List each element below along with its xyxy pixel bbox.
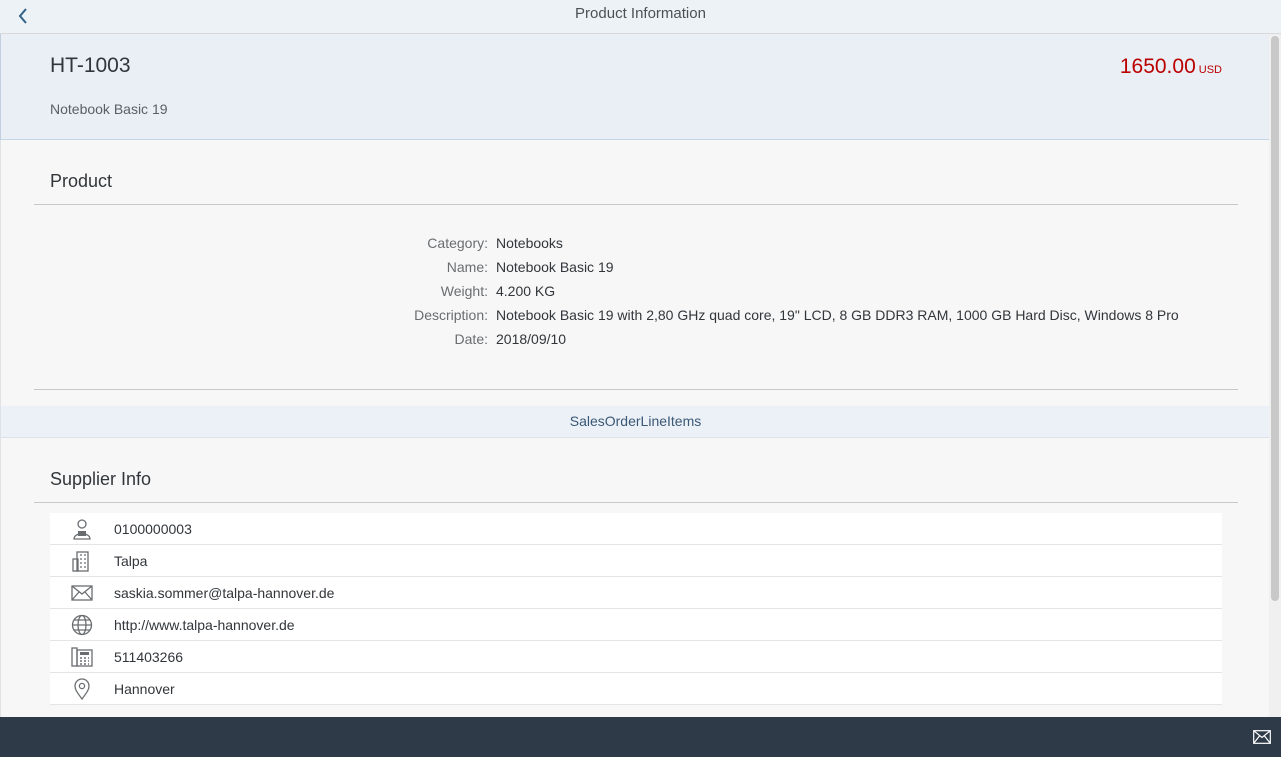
- list-item: Talpa: [50, 545, 1222, 577]
- field-label: Name:: [446, 259, 488, 275]
- app-header: Product Information: [0, 0, 1281, 34]
- email-button[interactable]: [1253, 730, 1271, 749]
- field-value: Notebook Basic 19: [496, 259, 614, 275]
- supplier-section-title: Supplier Info: [50, 469, 152, 489]
- email-icon: [50, 582, 114, 604]
- phone-icon: [50, 646, 114, 668]
- list-item: 511403266: [50, 641, 1222, 673]
- location-icon: [50, 677, 114, 700]
- supplier-list: 0100000003 Talpa saskia.sommer@talpa-han…: [50, 513, 1222, 705]
- price-value: 1650.00: [1119, 55, 1196, 78]
- sales-order-line-items-link[interactable]: SalesOrderLineItems: [1, 406, 1270, 438]
- scrollbar-thumb[interactable]: [1271, 36, 1279, 601]
- object-price: 1650.00 USD: [1120, 55, 1222, 79]
- object-title: HT-1003: [50, 54, 131, 77]
- field-value: Notebook Basic 19 with 2,80 GHz quad cor…: [496, 307, 1179, 323]
- list-item: Hannover: [50, 673, 1222, 705]
- email-icon: [1253, 730, 1271, 744]
- supplier-email[interactable]: saskia.sommer@talpa-hannover.de: [114, 585, 334, 601]
- form-row-description: Description: Notebook Basic 19 with 2,80…: [1, 303, 1270, 327]
- field-label: Date:: [454, 331, 488, 347]
- field-label: Description:: [414, 307, 488, 323]
- supplier-website[interactable]: http://www.talpa-hannover.de: [114, 617, 295, 633]
- list-item: 0100000003: [50, 513, 1222, 545]
- vertical-scrollbar[interactable]: [1269, 34, 1281, 717]
- supplier-city: Hannover: [114, 680, 175, 697]
- divider: [34, 502, 1238, 503]
- supplier-phone[interactable]: 511403266: [114, 649, 183, 665]
- form-row-weight: Weight: 4.200 KG: [1, 279, 1270, 303]
- globe-icon: [50, 614, 114, 636]
- product-section-title: Product: [50, 171, 113, 191]
- object-subtitle: Notebook Basic 19: [50, 101, 168, 117]
- footer-toolbar: [0, 717, 1281, 757]
- form-row-name: Name: Notebook Basic 19: [1, 255, 1270, 279]
- content-area: Product Category: Notebooks Name: Notebo…: [0, 140, 1270, 717]
- field-value: 2018/09/10: [496, 331, 567, 347]
- supplier-id: 0100000003: [114, 520, 192, 537]
- form-row-category: Category: Notebooks: [1, 231, 1270, 255]
- building-icon: [50, 550, 114, 572]
- form-row-date: Date: 2018/09/10: [1, 327, 1270, 351]
- supplier-name: Talpa: [114, 552, 148, 569]
- list-item: saskia.sommer@talpa-hannover.de: [50, 577, 1222, 609]
- price-currency: USD: [1198, 64, 1222, 76]
- list-item: http://www.talpa-hannover.de: [50, 609, 1222, 641]
- field-value: Notebooks: [496, 235, 563, 251]
- divider: [34, 204, 1238, 205]
- divider: [34, 389, 1238, 390]
- page-title: Product Information: [575, 5, 706, 22]
- field-value: 4.200 KG: [496, 283, 556, 299]
- field-label: Weight:: [440, 283, 488, 299]
- object-header: HT-1003 Notebook Basic 19 1650.00 USD: [0, 34, 1270, 140]
- field-label: Category:: [427, 235, 488, 251]
- person-icon: [50, 518, 114, 540]
